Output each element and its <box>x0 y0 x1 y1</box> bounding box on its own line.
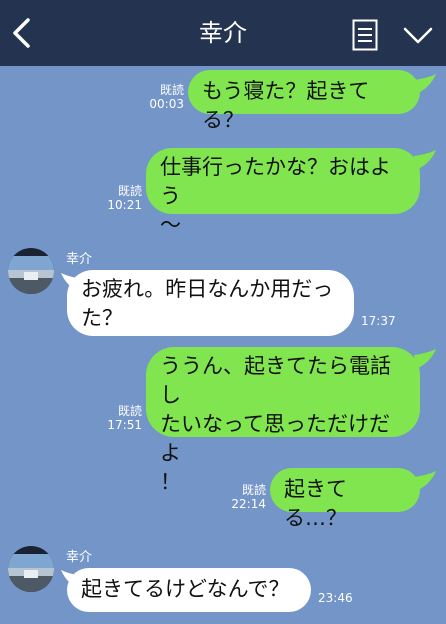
message-text: 起きてる…？ <box>284 477 347 530</box>
avatar[interactable] <box>8 248 54 294</box>
bubble-tail <box>414 471 436 491</box>
message-text-line: ううん、起きてたら電話し <box>160 354 391 407</box>
sender-name: 幸介 <box>66 550 93 565</box>
message-text-line: 仕事行ったかな？おはよう <box>160 155 391 208</box>
message-time: 10:21 <box>107 198 142 212</box>
message-bubble[interactable]: お疲れ。昨日なんか用だっ た？ <box>67 270 354 336</box>
message-time: 22:14 <box>231 497 266 511</box>
avatar[interactable] <box>8 546 54 592</box>
read-receipt: 既読 <box>117 184 142 198</box>
bubble-tail <box>414 349 436 369</box>
message-time: 00:03 <box>149 97 184 111</box>
chevron-down-icon[interactable] <box>402 24 434 46</box>
sender-name: 幸介 <box>66 252 93 267</box>
message-text: 起きてるけどなんで？ <box>81 577 290 601</box>
list-icon[interactable] <box>352 19 378 51</box>
read-receipt: 既読 <box>159 83 184 97</box>
chat-header: 幸介 <box>0 0 446 66</box>
message-bubble[interactable]: ううん、起きてたら電話し たいなって思っただけだよ ！ <box>146 347 420 494</box>
message-time: 17:37 <box>361 314 396 328</box>
message-text-line: た？ <box>81 306 123 330</box>
message-text: もう寝た？起きてる？ <box>202 79 370 132</box>
message-bubble[interactable]: もう寝た？起きてる？ <box>188 70 420 132</box>
message-bubble[interactable]: 起きてる…？ <box>270 468 420 530</box>
avatar-photo <box>8 546 54 592</box>
message-text-line: 〜 <box>160 213 181 237</box>
message-text-line: たいなって思っただけだよ <box>160 412 390 465</box>
avatar-photo <box>8 248 54 294</box>
read-receipt: 既読 <box>117 404 142 418</box>
message-bubble[interactable]: 仕事行ったかな？おはよう 〜 <box>146 148 420 237</box>
chat-title: 幸介 <box>199 19 247 47</box>
message-time: 23:46 <box>318 591 353 605</box>
message-text-line: お疲れ。昨日なんか用だっ <box>81 277 334 301</box>
read-receipt: 既読 <box>241 483 266 497</box>
message-time: 17:51 <box>107 418 142 432</box>
message-bubble[interactable]: 起きてるけどなんで？ <box>67 568 311 612</box>
bubble-tail <box>414 150 436 170</box>
bubble-tail <box>414 74 436 94</box>
